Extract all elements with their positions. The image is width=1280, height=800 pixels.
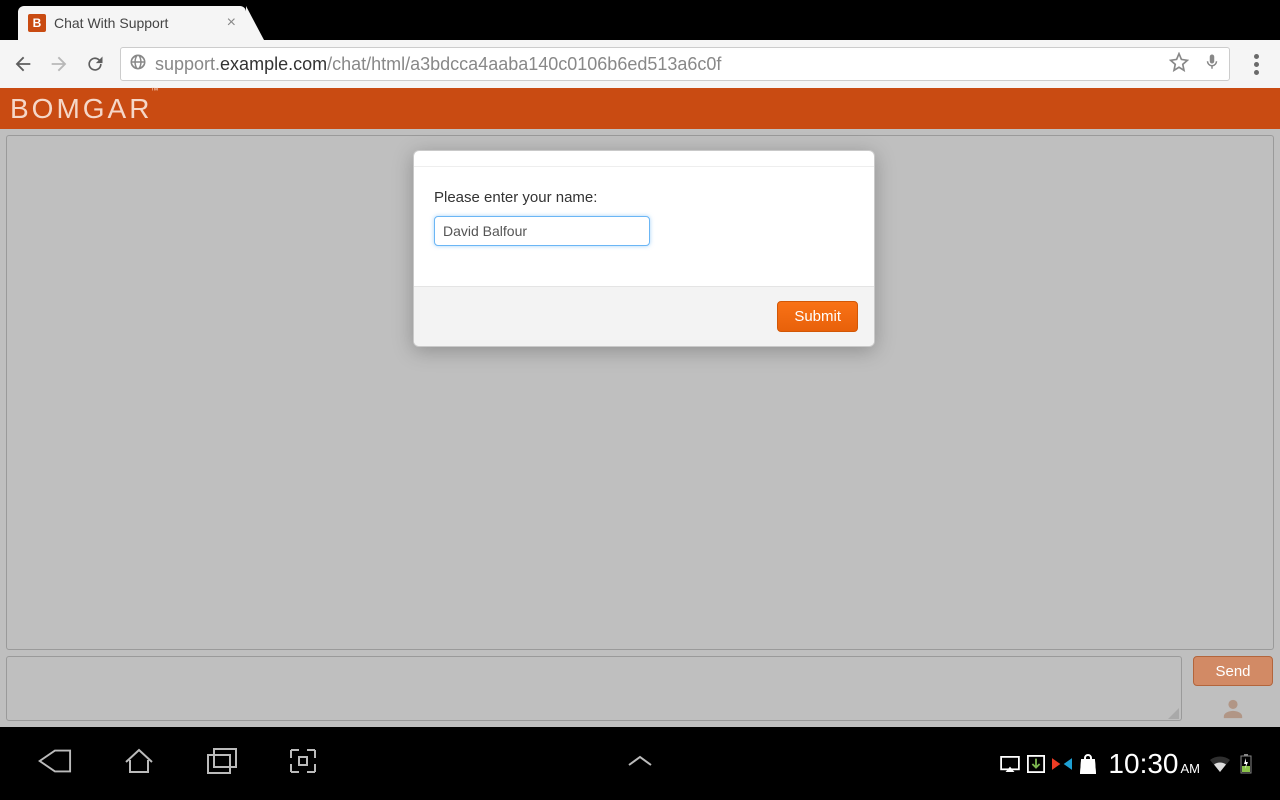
submit-button[interactable]: Submit: [777, 301, 858, 332]
chat-compose-row: Send: [6, 656, 1274, 721]
globe-icon: [129, 53, 147, 76]
back-icon[interactable]: [12, 53, 34, 75]
media-status-icon: [1052, 754, 1072, 774]
tab-close-icon[interactable]: ×: [227, 14, 236, 32]
brand-logo: BOMGAR™: [10, 93, 163, 125]
download-status-icon: [1026, 754, 1046, 774]
tab-title: Chat With Support: [54, 15, 168, 31]
star-icon[interactable]: [1169, 52, 1189, 77]
status-clock: 10:30AM: [1108, 748, 1200, 780]
url-box[interactable]: support.example.com/chat/html/a3bdcca4aa…: [120, 47, 1230, 81]
recent-nav-icon[interactable]: [206, 747, 238, 780]
brand-header: BOMGAR™: [0, 88, 1280, 129]
content-area: Please enter your name: Submit Send: [0, 129, 1280, 727]
screenshot-nav-icon[interactable]: [288, 747, 318, 780]
mic-icon[interactable]: [1203, 53, 1221, 76]
battery-status-icon: [1236, 754, 1256, 774]
android-navbar: 10:30AM: [0, 727, 1280, 800]
home-nav-icon[interactable]: [122, 746, 156, 781]
chat-message-input[interactable]: [6, 656, 1182, 721]
refresh-icon[interactable]: [84, 53, 106, 75]
status-bar: 10:30AM: [1000, 748, 1256, 780]
name-prompt-label: Please enter your name:: [434, 189, 854, 206]
dialog-header: [414, 151, 874, 167]
url-text: support.example.com/chat/html/a3bdcca4aa…: [155, 54, 721, 75]
forward-icon[interactable]: [48, 53, 70, 75]
chat-transcript: Please enter your name: Submit: [6, 135, 1274, 650]
browser-chrome: B Chat With Support × support.example.co…: [0, 0, 1280, 88]
expand-nav-icon[interactable]: [625, 753, 655, 774]
browser-tab[interactable]: B Chat With Support ×: [18, 6, 246, 40]
wifi-status-icon: [1210, 754, 1230, 774]
name-prompt-dialog: Please enter your name: Submit: [413, 150, 875, 347]
tab-favicon: B: [28, 14, 46, 32]
name-input[interactable]: [434, 216, 650, 246]
resize-grip-icon[interactable]: [1168, 708, 1179, 719]
tab-bar: B Chat With Support ×: [0, 0, 1280, 40]
send-button[interactable]: Send: [1193, 656, 1273, 686]
user-icon: [1222, 698, 1244, 720]
shop-status-icon: [1078, 754, 1098, 774]
address-bar: support.example.com/chat/html/a3bdcca4aa…: [0, 40, 1280, 88]
cast-status-icon: [1000, 754, 1020, 774]
menu-icon[interactable]: [1244, 54, 1268, 75]
back-nav-icon[interactable]: [34, 746, 72, 781]
